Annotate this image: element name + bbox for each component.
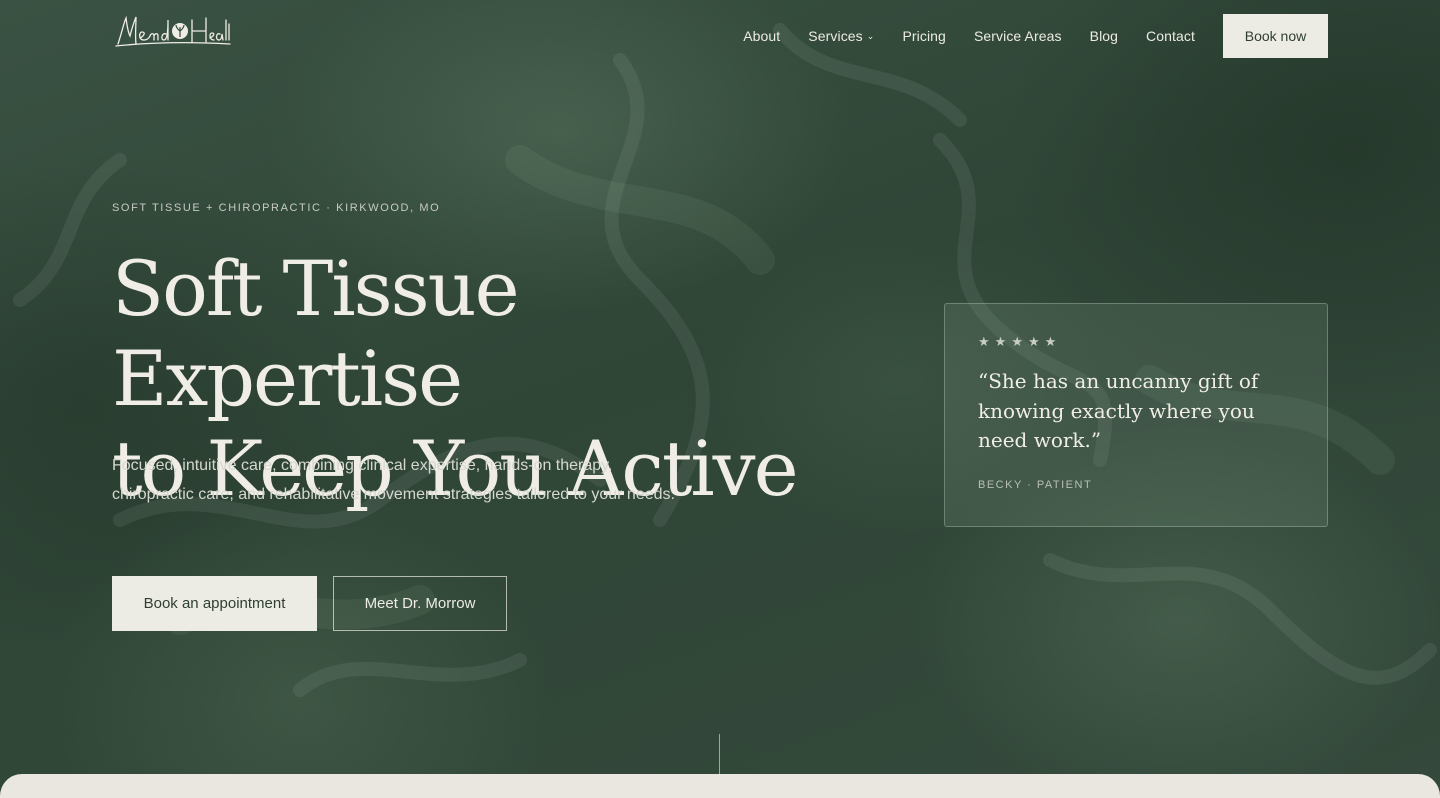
star-icon: ★: [1011, 334, 1023, 349]
book-now-button[interactable]: Book now: [1223, 14, 1328, 58]
nav-link-contact[interactable]: Contact: [1146, 28, 1195, 44]
testimonial-attribution: BECKY · PATIENT: [978, 479, 1093, 491]
nav-link-label: Services: [808, 28, 863, 44]
nav-link-services[interactable]: Services ⌄: [808, 28, 874, 44]
chevron-down-icon: ⌄: [866, 31, 875, 41]
main-nav: About Services ⌄ Pricing Service Areas Bl…: [743, 14, 1328, 58]
star-icon: ★: [978, 334, 990, 349]
nav-link-label: Contact: [1146, 28, 1195, 44]
star-icon: ★: [1027, 334, 1040, 349]
hero-description: Focused, intuitive care, combining clini…: [112, 457, 675, 503]
meet-doctor-button[interactable]: Meet Dr. Morrow: [333, 576, 507, 631]
nav-link-pricing[interactable]: Pricing: [902, 28, 946, 44]
hero-eyebrow: SOFT TISSUE + CHIROPRACTIC · KIRKWOOD, M…: [112, 202, 441, 214]
logo-wordmark-icon: [115, 15, 231, 47]
nav-link-service-areas[interactable]: Service Areas: [974, 28, 1062, 44]
hero-section: About Services ⌄ Pricing Service Areas Bl…: [0, 0, 1440, 798]
star-icon: ★: [1044, 334, 1057, 349]
nav-link-label: Service Areas: [973, 28, 1062, 44]
star-icon: ★: [994, 334, 1007, 349]
headline-line-1: Soft Tissue Expertise: [112, 244, 520, 423]
testimonial-card: ★ ★ ★ ★ ★ “She has an uncanny gift of kn…: [944, 303, 1328, 527]
next-section-panel: [0, 774, 1440, 798]
nav-link-blog[interactable]: Blog: [1090, 28, 1118, 44]
nav-link-label: Pricing: [902, 28, 946, 44]
nav-link-about[interactable]: About: [743, 28, 780, 44]
nav-link-label: Blog: [1089, 28, 1119, 44]
nav-link-label: About: [743, 28, 781, 44]
brand-logo[interactable]: [114, 12, 232, 52]
scroll-indicator-line: [719, 734, 720, 776]
testimonial-quote: “She has an uncanny gift of knowing exac…: [978, 369, 1259, 452]
book-appointment-button[interactable]: Book an appointment: [112, 576, 317, 631]
star-rating: ★ ★ ★ ★ ★: [978, 334, 1061, 350]
